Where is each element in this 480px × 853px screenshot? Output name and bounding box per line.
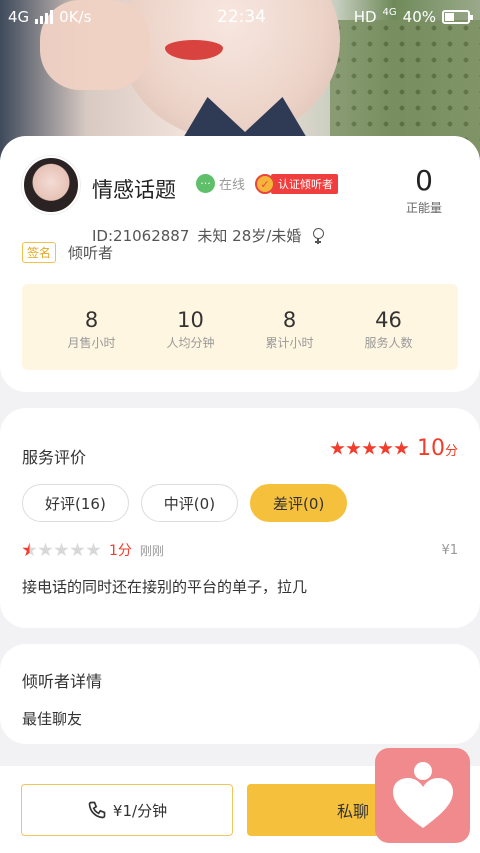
status-time: 22:34: [217, 7, 266, 27]
stat-monthly-hours: 8 月售小时: [42, 284, 141, 370]
net-4g-indicator: 4G: [382, 6, 397, 18]
star-icon: [394, 441, 409, 455]
star-icon: [86, 542, 101, 557]
signal-icon: [35, 10, 54, 24]
review-filters: 好评(16) 中评(0) 差评(0): [22, 484, 348, 522]
rating-score: 10分: [417, 436, 458, 461]
status-left: 4G 0K/s: [8, 8, 91, 26]
detail-title: 倾听者详情: [22, 672, 103, 691]
stat-label: 月售小时: [67, 336, 116, 350]
online-label: 在线: [219, 178, 246, 193]
verified-label: 认证倾听者: [271, 174, 338, 194]
filter-positive[interactable]: 好评(16): [22, 484, 129, 522]
signature: 签名 倾听者: [22, 242, 113, 263]
stats-panel: 8 月售小时 10 人均分钟 8 累计小时 46 服务人数: [22, 284, 458, 370]
review-price: ¥1: [441, 542, 458, 558]
review-time: 刚刚: [139, 543, 164, 558]
online-status: ··· 在线: [196, 174, 245, 193]
profile-id-line: ID:21062887 未知 28岁/未婚: [92, 225, 325, 246]
energy-label: 正能量: [405, 201, 442, 215]
star-icon: [362, 441, 377, 455]
listener-detail-card: 倾听者详情 最佳聊友: [0, 644, 480, 744]
overall-rating: 10分: [330, 436, 458, 461]
review-points: 1分: [109, 543, 132, 559]
stat-label: 人均分钟: [166, 336, 215, 350]
energy-value: 0: [415, 164, 433, 197]
review-text: 接电话的同时还在接别的平台的单子，拉几: [22, 578, 308, 596]
reviews-title: 服务评价: [22, 448, 87, 467]
floating-heart-button[interactable]: [375, 748, 470, 843]
stat-label: 服务人数: [364, 336, 413, 350]
chat-bubble-icon: ···: [196, 174, 215, 193]
profile-info: 未知 28岁/未婚: [197, 227, 302, 245]
rating-stars: [330, 441, 409, 456]
network-type: 4G: [8, 8, 30, 26]
review-meta: 1分 刚刚 ¥1: [22, 540, 458, 560]
hd-indicator: HD: [353, 8, 377, 26]
detail-value: 最佳聊友: [22, 710, 83, 728]
energy-counter[interactable]: 0 正能量: [406, 164, 442, 216]
star-icon: [38, 542, 53, 557]
call-price-label: ¥1/分钟: [112, 801, 168, 820]
signature-value: 倾听者: [68, 244, 114, 262]
star-icon: [330, 441, 345, 455]
verified-shield-icon: ✓: [255, 174, 275, 194]
rating-score-value: 10: [416, 436, 445, 461]
profile-name: 情感话题: [92, 178, 176, 202]
stat-served-count: 46 服务人数: [339, 284, 438, 370]
stat-value: 46: [375, 308, 402, 332]
star-icon: [22, 542, 37, 557]
rating-score-unit: 分: [444, 444, 458, 459]
female-icon: [313, 228, 325, 244]
phone-icon: [88, 801, 106, 819]
star-icon: [378, 441, 393, 455]
network-speed: 0K/s: [59, 8, 92, 26]
stat-label: 累计小时: [265, 336, 314, 350]
signature-tag: 签名: [22, 242, 57, 263]
status-right: HD 4G 40%: [353, 6, 473, 26]
profile-card: 情感话题 ··· 在线 ✓ 认证倾听者 0 正能量 ID:21062887 未知…: [0, 136, 480, 392]
call-button[interactable]: ¥1/分钟: [21, 784, 233, 836]
battery-icon: [442, 10, 473, 24]
stat-avg-minutes: 10 人均分钟: [141, 284, 240, 370]
verified-badge: ✓ 认证倾听者: [255, 174, 338, 194]
stat-value: 8: [282, 308, 297, 332]
stat-value: 10: [177, 308, 204, 332]
filter-negative[interactable]: 差评(0): [250, 484, 348, 522]
stat-value: 8: [84, 308, 99, 332]
status-bar: 4G 0K/s 22:34 HD 4G 40%: [0, 0, 480, 34]
star-icon: [346, 441, 361, 455]
star-icon: [70, 542, 85, 557]
filter-neutral[interactable]: 中评(0): [140, 484, 239, 522]
stat-total-hours: 8 累计小时: [240, 284, 339, 370]
heart-person-icon: [392, 761, 453, 828]
reviews-card: 服务评价 10分 好评(16) 中评(0) 差评(0) 1分 刚刚 ¥1 接电话…: [0, 408, 480, 628]
star-icon: [54, 542, 69, 557]
avatar[interactable]: [22, 156, 80, 214]
review-stars: [22, 542, 101, 558]
battery-percent: 40%: [402, 8, 436, 26]
